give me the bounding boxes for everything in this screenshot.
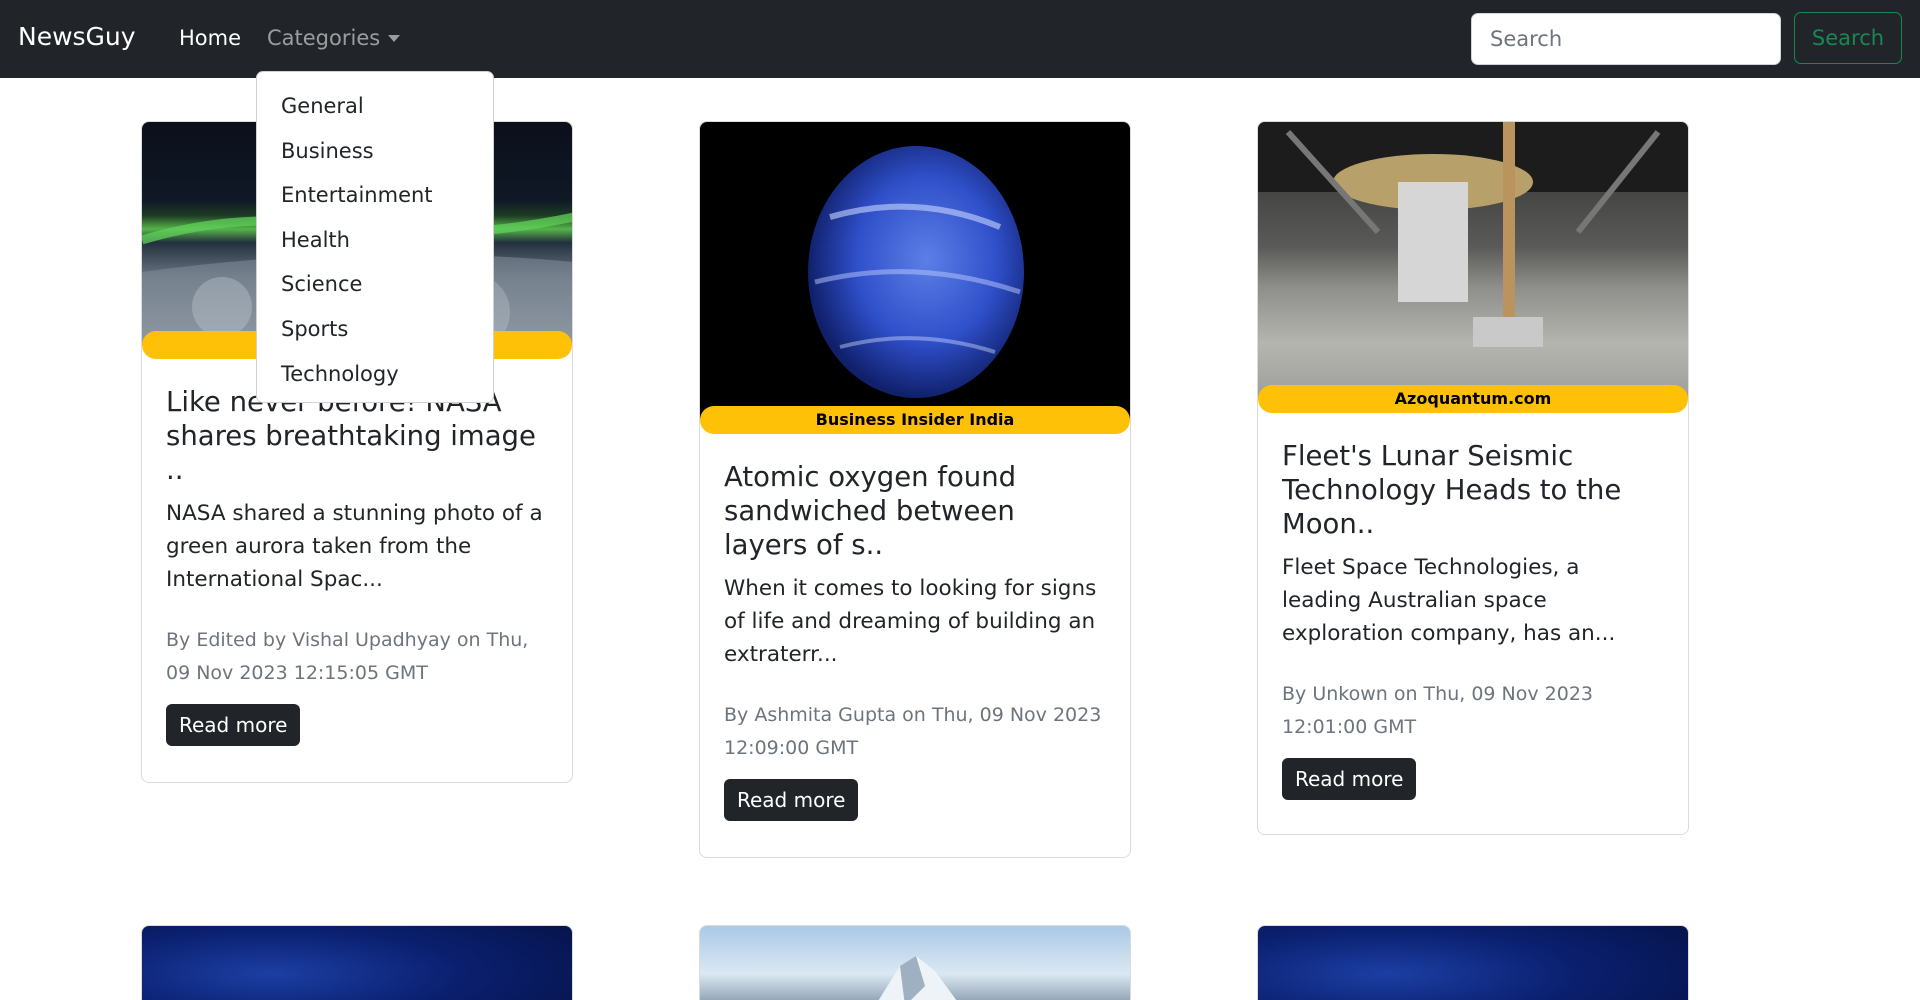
menu-item-general[interactable]: General (257, 84, 493, 129)
card-title: Fleet's Lunar Seismic Technology Heads t… (1282, 440, 1622, 540)
categories-menu: General Business Entertainment Health Sc… (256, 71, 494, 403)
card-meta: By Edited by Vishal Upadhyay on Thu, 09 … (166, 629, 529, 684)
nav-categories-dropdown[interactable]: Categories (267, 26, 401, 50)
card-description: When it comes to looking for signs of li… (724, 576, 1097, 667)
news-card: Business Insider India Atomic oxygen fou… (699, 121, 1131, 858)
news-card (699, 925, 1131, 1000)
iceberg-image (878, 956, 957, 1000)
venus-planet-image (808, 146, 1024, 398)
card-title: Atomic oxygen found sandwiched between l… (724, 461, 1017, 561)
source-badge: Azoquantum.com (1258, 385, 1688, 413)
mountain-image (700, 926, 1130, 1000)
lunar-lander-image (1258, 122, 1688, 347)
menu-item-entertainment[interactable]: Entertainment (257, 173, 493, 218)
read-more-button[interactable]: Read more (724, 779, 859, 821)
news-image (700, 122, 1130, 420)
nav-home-link[interactable]: Home (179, 26, 241, 50)
news-image (1258, 122, 1688, 399)
card-meta: By Ashmita Gupta on Thu, 09 Nov 2023 12:… (724, 704, 1102, 759)
news-card: Azoquantum.com Fleet's Lunar Seismic Tec… (1257, 121, 1689, 835)
search-button[interactable]: Search (1794, 12, 1902, 64)
menu-item-technology[interactable]: Technology (257, 352, 493, 397)
news-card (141, 925, 573, 1000)
source-badge: Business Insider India (700, 406, 1130, 434)
card-description: Fleet Space Technologies, a leading Aust… (1282, 555, 1616, 646)
menu-item-health[interactable]: Health (257, 218, 493, 263)
menu-item-science[interactable]: Science (257, 262, 493, 307)
read-more-button[interactable]: Read more (166, 704, 301, 746)
card-description: NASA shared a stunning photo of a green … (166, 501, 543, 592)
search-input[interactable] (1471, 13, 1781, 65)
brand-logo[interactable]: NewsGuy (18, 22, 136, 51)
menu-item-business[interactable]: Business (257, 129, 493, 174)
nav-categories-label: Categories (267, 26, 381, 50)
navbar: NewsGuy Home Categories Search (0, 0, 1920, 78)
caret-down-icon (388, 34, 401, 42)
read-more-button[interactable]: Read more (1282, 758, 1417, 800)
card-meta: By Unkown on Thu, 09 Nov 2023 12:01:00 G… (1282, 683, 1594, 738)
network-image (1258, 926, 1688, 1000)
menu-item-sports[interactable]: Sports (257, 307, 493, 352)
network-image (142, 926, 572, 1000)
news-card (1257, 925, 1689, 1000)
